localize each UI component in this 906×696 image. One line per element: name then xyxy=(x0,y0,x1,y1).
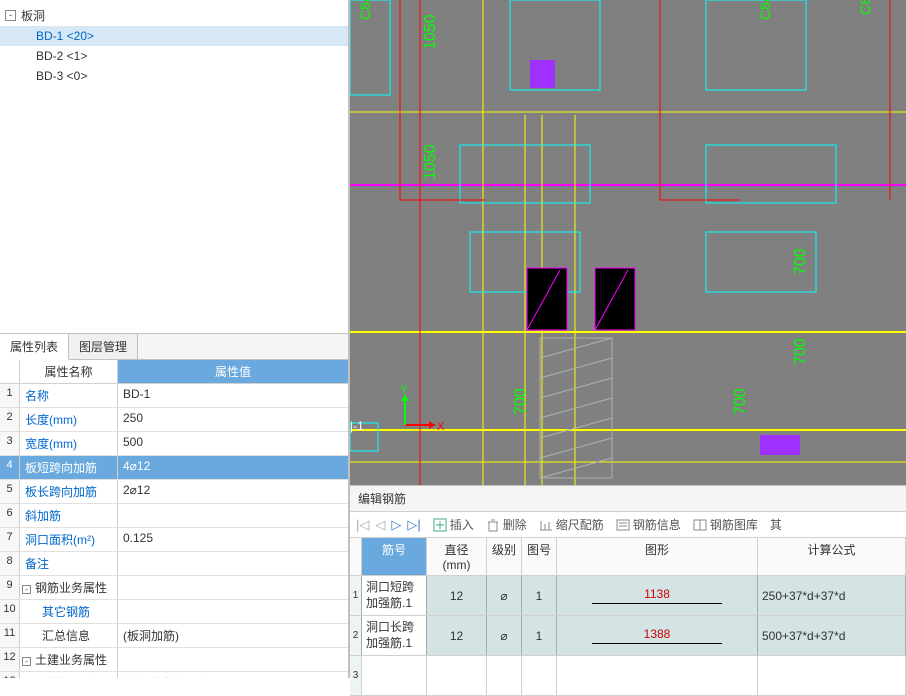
tree-root[interactable]: - 板洞 xyxy=(0,5,348,26)
insert-button[interactable]: 插入 xyxy=(433,516,474,533)
cad-viewport[interactable]: 1050 1050 700 700 700 700 C8@15 C8@ C8 X… xyxy=(350,0,906,485)
svg-text:700: 700 xyxy=(792,338,809,365)
prop-row[interactable]: 4板短跨向加筋4⌀12 xyxy=(0,456,348,480)
prop-row[interactable]: 10其它钢筋 xyxy=(0,600,348,624)
nav-prev-icon[interactable]: ◁ xyxy=(375,517,385,533)
tree-item-bd1[interactable]: BD-1 <20> xyxy=(0,26,348,46)
rebar-row[interactable]: 1洞口短跨加强筋.112⌀11138250+37*d+37*d xyxy=(350,576,906,616)
svg-text:700: 700 xyxy=(732,388,749,415)
delete-icon xyxy=(486,518,500,532)
nav-next-icon[interactable]: ▷ xyxy=(391,517,401,533)
rebar-col-name: 筋号 xyxy=(362,538,427,575)
prop-row[interactable]: 6斜加筋 xyxy=(0,504,348,528)
svg-text:X: X xyxy=(437,421,445,433)
tree-toggle-icon[interactable]: - xyxy=(5,10,16,21)
prop-row[interactable]: 9-钢筋业务属性 xyxy=(0,576,348,600)
rebar-table: 筋号 直径(mm) 级别 图号 图形 计算公式 1洞口短跨加强筋.112⌀111… xyxy=(350,538,906,696)
prop-row[interactable]: 12-土建业务属性 xyxy=(0,648,348,672)
prop-header-value: 属性值 xyxy=(118,360,348,383)
nav-first-icon[interactable]: |◁ xyxy=(356,517,369,533)
library-button[interactable]: 钢筋图库 xyxy=(693,516,758,533)
property-tabs: 属性列表 图层管理 xyxy=(0,333,348,360)
nav-last-icon[interactable]: ▷| xyxy=(407,517,420,533)
tab-layers[interactable]: 图层管理 xyxy=(69,334,138,359)
prop-header-name: 属性名称 xyxy=(20,360,118,383)
svg-text:Y: Y xyxy=(400,384,408,396)
svg-text:C8@15: C8@15 xyxy=(357,0,373,20)
rebar-row-blank[interactable]: 3 xyxy=(350,656,906,696)
prop-row[interactable]: 13计算规则按默认计算规则 xyxy=(0,672,348,678)
tree-panel: - 板洞 BD-1 <20> BD-2 <1> BD-3 <0> xyxy=(0,0,348,333)
other-button[interactable]: 其 xyxy=(770,516,782,533)
prop-row[interactable]: 8备注 xyxy=(0,552,348,576)
svg-text:1050: 1050 xyxy=(422,14,439,50)
tree-item-bd2[interactable]: BD-2 <1> xyxy=(0,46,348,66)
prop-row[interactable]: 7洞口面积(m²)0.125 xyxy=(0,528,348,552)
rebar-row[interactable]: 2洞口长跨加强筋.112⌀11388500+37*d+37*d xyxy=(350,616,906,656)
prop-row[interactable]: 1名称BD-1 xyxy=(0,384,348,408)
svg-text:700: 700 xyxy=(792,248,809,275)
property-table: 属性名称 属性值 1名称BD-12长度(mm)2503宽度(mm)5004板短跨… xyxy=(0,360,348,678)
prop-row[interactable]: 5板长跨向加筋2⌀12 xyxy=(0,480,348,504)
tab-properties[interactable]: 属性列表 xyxy=(0,334,69,360)
svg-text:C8: C8 xyxy=(857,0,873,15)
scale-icon xyxy=(539,518,553,532)
rebar-col-grade: 级别 xyxy=(487,538,522,575)
svg-text:|-1: |-1 xyxy=(350,419,364,433)
rebar-col-formula: 计算公式 xyxy=(758,538,906,575)
svg-text:C8@: C8@ xyxy=(757,0,773,20)
info-button[interactable]: 钢筋信息 xyxy=(616,516,681,533)
svg-text:700: 700 xyxy=(512,388,529,415)
scale-button[interactable]: 缩尺配筋 xyxy=(539,516,604,533)
insert-icon xyxy=(433,518,447,532)
prop-row[interactable]: 3宽度(mm)500 xyxy=(0,432,348,456)
tree-item-bd3[interactable]: BD-3 <0> xyxy=(0,66,348,86)
prop-row[interactable]: 2长度(mm)250 xyxy=(0,408,348,432)
prop-row[interactable]: 11汇总信息(板洞加筋) xyxy=(0,624,348,648)
rebar-col-num: 图号 xyxy=(522,538,557,575)
rebar-col-dia: 直径(mm) xyxy=(427,538,487,575)
tree-root-label: 板洞 xyxy=(21,7,45,24)
rebar-title: 编辑钢筋 xyxy=(350,486,906,512)
rebar-toolbar: |◁ ◁ ▷ ▷| 插入 删除 缩尺配筋 xyxy=(350,512,906,538)
svg-text:1050: 1050 xyxy=(422,144,439,180)
delete-button[interactable]: 删除 xyxy=(486,516,527,533)
rebar-col-shape: 图形 xyxy=(557,538,758,575)
library-icon xyxy=(693,518,707,532)
info-icon xyxy=(616,518,630,532)
